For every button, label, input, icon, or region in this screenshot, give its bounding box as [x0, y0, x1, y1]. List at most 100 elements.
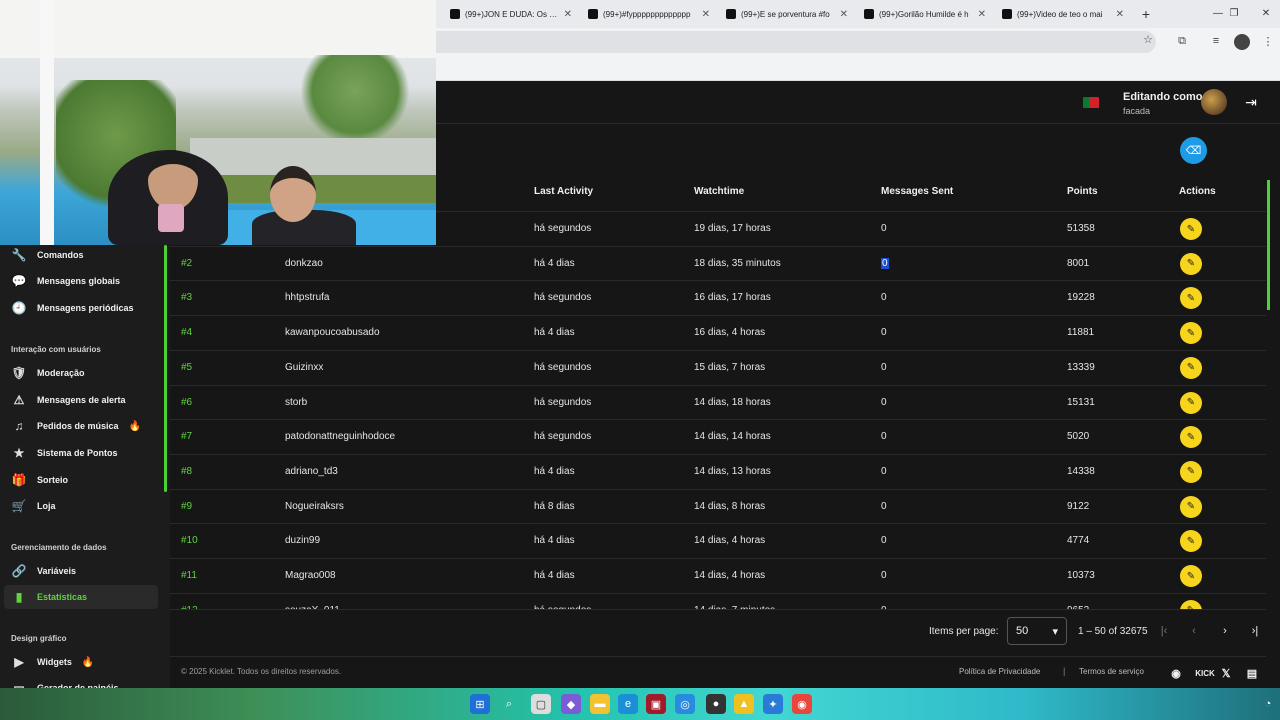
browser-tab[interactable]: (99+)#fyppppppppppppp ✕ [582, 4, 716, 24]
column-header-points[interactable]: Points [1067, 186, 1098, 197]
bookmark-bar [436, 56, 1280, 81]
copyright-text: © 2025 Kicklet. Todos os direitos reserv… [181, 667, 342, 676]
table-row: #7 patodonattneguinhodoce há segundos 14 di… [170, 419, 1266, 454]
edit-pencil-button[interactable]: ✎ [1180, 530, 1202, 553]
browser-tab[interactable]: (99+)E se porventura #fo ✕ [720, 4, 854, 24]
edit-pencil-button[interactable]: ✎ [1180, 287, 1202, 310]
sidebar-item-sorteio[interactable]: 🎁 Sorteio [4, 468, 158, 492]
media-controls-icon[interactable]: ≡ [1208, 33, 1224, 49]
menu-icon[interactable]: ⋮ [1260, 33, 1276, 49]
edit-pencil-button[interactable]: ✎ [1180, 565, 1202, 587]
profile-avatar[interactable] [1234, 34, 1250, 50]
sidebar-item-sistema-pontos[interactable]: ★ Sistema de Pontos [4, 441, 158, 465]
sidebar-item-mensagens-periodicas[interactable]: 🕘 Mensagens periódicas [4, 296, 158, 320]
edge-icon[interactable]: e [618, 694, 638, 714]
close-icon[interactable]: ✕ [702, 9, 710, 20]
terminal-icon[interactable]: ▣ [646, 694, 666, 714]
sidebar-item-moderacao[interactable]: 🛡 Moderação [4, 361, 158, 385]
new-tab-button[interactable]: + [1136, 4, 1156, 24]
address-bar[interactable] [436, 31, 1156, 53]
browser-tab[interactable]: (99+)Gorilão Humilde é h ✕ [858, 4, 992, 24]
watchtime-cell: 14 dias, 4 horas [694, 570, 766, 581]
extensions-icon[interactable]: ⧉ [1174, 33, 1190, 49]
watchtime-cell: 14 dias, 8 horas [694, 500, 766, 512]
first-page-button[interactable]: |‹ [1155, 622, 1173, 640]
table-row: #8 adriano_td3 há 4 dias 14 dias, 13 horas 0… [170, 453, 1266, 489]
footer-separator: | [1063, 666, 1066, 676]
edit-pencil-button[interactable]: ✎ [1180, 356, 1202, 379]
rank-cell: #2 [181, 257, 193, 269]
terms-link[interactable]: Termos de serviço [1079, 667, 1144, 676]
eraser-button[interactable]: ⌫ [1180, 137, 1207, 164]
restore-button[interactable]: ❐ [1224, 5, 1244, 21]
column-header-watchtime[interactable]: Watchtime [694, 186, 744, 197]
x-twitter-icon[interactable]: 𝕏 [1216, 663, 1236, 683]
file-explorer-icon[interactable]: ▬ [590, 694, 610, 714]
warning-app-icon[interactable]: ▲ [734, 694, 754, 714]
rank-cell: #10 [181, 535, 198, 547]
editing-as-label: Editando como [1123, 91, 1203, 103]
task-view-icon[interactable]: ▢ [531, 694, 551, 714]
close-icon[interactable]: ✕ [840, 9, 848, 20]
edit-pencil-button[interactable]: ✎ [1180, 426, 1202, 449]
sidebar-item-pedidos-musica[interactable]: ♫ Pedidos de música 🔥 [4, 414, 158, 438]
kick-icon[interactable]: KICK [1192, 663, 1218, 683]
notification-icon[interactable]: ◔ [1260, 696, 1276, 712]
sidebar-item-variaveis[interactable]: 🔗 Variáveis [4, 559, 158, 583]
logout-icon[interactable]: ⇥ [1242, 93, 1260, 111]
browser-tab[interactable]: (99+)Video de teo o mai ✕ [996, 4, 1130, 24]
edit-pencil-button[interactable]: ✎ [1180, 218, 1202, 240]
sidebar-item-mensagens-globais[interactable]: 💬 Mensagens globais [4, 269, 158, 293]
points-cell: 13339 [1067, 361, 1095, 373]
points-cell: 9122 [1067, 500, 1090, 512]
table-row: #12souzaX_011há segundos14 dias, 7 minut… [170, 592, 1266, 609]
sidebar-item-estatisticas[interactable]: ▮ Estatísticas [4, 585, 158, 609]
browser-toolbar: ☆ ⧉ ≡ ⋮ [436, 28, 1280, 56]
items-per-page-select[interactable]: 50 ▾ [1007, 617, 1067, 645]
edit-pencil-button[interactable]: ✎ [1180, 495, 1202, 518]
sidebar-scrollbar[interactable] [164, 245, 167, 492]
browser-tab[interactable]: (99+)JON E DUDA: Os Me ✕ [444, 4, 578, 24]
start-icon[interactable]: ⊞ [470, 694, 490, 714]
edit-pencil-button[interactable]: ✎ [1180, 391, 1202, 414]
app-icon[interactable]: ◎ [675, 694, 695, 714]
document-icon[interactable]: ▤ [1242, 663, 1262, 683]
edit-pencil-button[interactable]: ✎ [1180, 460, 1202, 483]
user-avatar[interactable] [1201, 89, 1227, 115]
sidebar-item-widgets[interactable]: ▶ Widgets 🔥 [4, 650, 158, 674]
edit-pencil-button[interactable]: ✎ [1180, 322, 1202, 345]
search-icon[interactable]: ⌕ [499, 694, 519, 714]
column-header-messages-sent[interactable]: Messages Sent [881, 186, 953, 197]
edit-pencil-button[interactable]: ✎ [1180, 252, 1202, 275]
close-icon[interactable]: ✕ [1116, 9, 1124, 20]
app-icon[interactable]: ◆ [561, 694, 581, 714]
next-page-button[interactable]: › [1216, 622, 1234, 640]
language-flag-icon[interactable] [1083, 97, 1099, 108]
webcam-ceiling [0, 0, 436, 58]
points-cell: 51358 [1067, 223, 1095, 234]
wrench-icon: 🔧 [11, 248, 27, 262]
chrome-icon[interactable]: ◉ [792, 694, 812, 714]
app-icon[interactable]: ✦ [763, 694, 783, 714]
points-cell: 15131 [1067, 396, 1095, 408]
edit-pencil-button[interactable]: ✎ [1180, 599, 1202, 609]
close-icon[interactable]: ✕ [978, 9, 986, 20]
last-page-button[interactable]: ›| [1246, 622, 1264, 640]
column-header-last-activity[interactable]: Last Activity [534, 186, 593, 197]
sidebar-item-mensagens-alerta[interactable]: ⚠ Mensagens de alerta [4, 388, 158, 412]
bookmark-star-icon[interactable]: ☆ [1140, 31, 1156, 47]
sidebar-item-loja[interactable]: 🛒 Loja [4, 494, 158, 518]
privacy-link[interactable]: Política de Privacidade [959, 667, 1040, 676]
window-close-button[interactable]: ✕ [1256, 5, 1276, 21]
sidebar-item-comandos[interactable]: 🔧 Comandos [4, 243, 158, 267]
discord-icon[interactable]: ◉ [1166, 663, 1186, 683]
table-scrollbar[interactable] [1267, 180, 1270, 310]
last-activity-cell: há segundos [534, 396, 592, 408]
username-cell: adriano_td3 [285, 465, 338, 477]
messages-sent-cell: 0 [881, 570, 887, 581]
chat-bubble-icon: 💬 [11, 274, 27, 288]
close-icon[interactable]: ✕ [564, 9, 572, 20]
app-icon[interactable]: ● [706, 694, 726, 714]
previous-page-button[interactable]: ‹ [1185, 622, 1203, 640]
table-row: #10 duzin99 há 4 dias 14 dias, 4 horas 0 4774… [170, 523, 1266, 558]
